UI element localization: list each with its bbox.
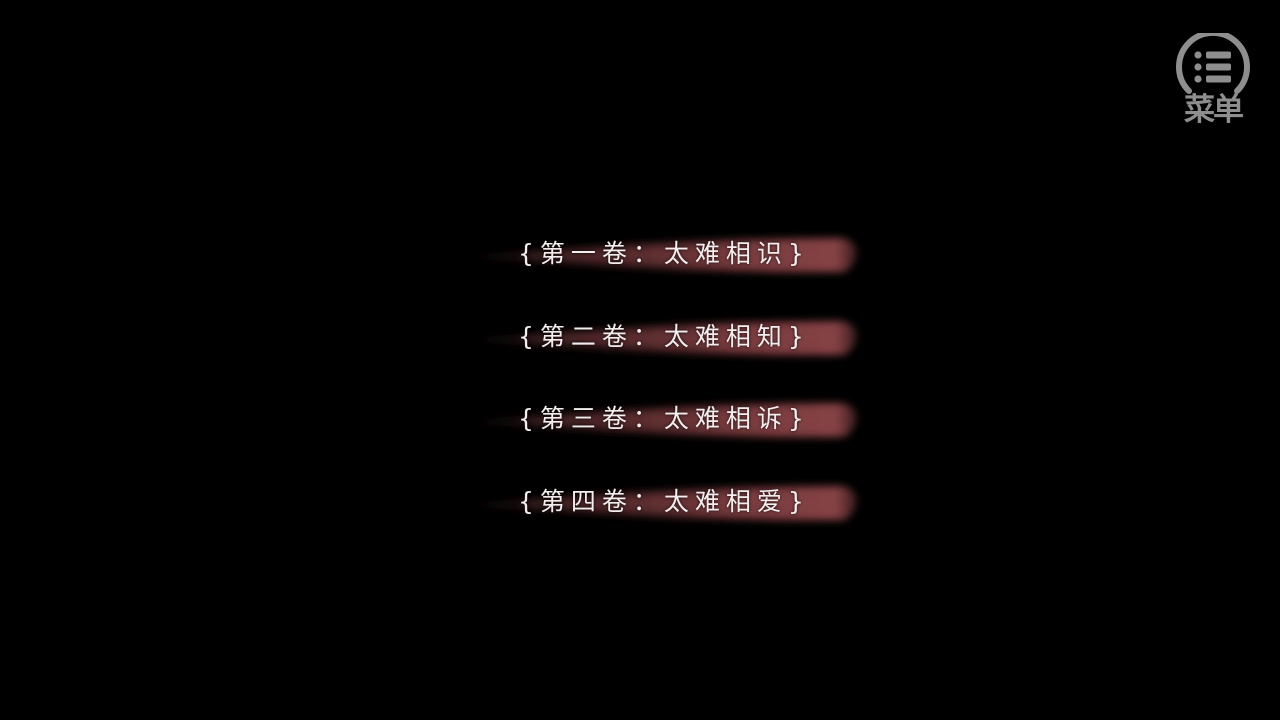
chapter-item-1[interactable]: {第一卷：太难相识} [440, 224, 870, 284]
menu-label: 菜单 [1184, 92, 1244, 128]
list-menu-icon [1176, 33, 1250, 94]
chapter-item-3[interactable]: {第三卷：太难相诉} [440, 389, 870, 449]
chapter-title: {第一卷：太难相识} [518, 239, 810, 268]
menu-button[interactable]: 菜单 [1172, 32, 1254, 132]
chapter-title: {第二卷：太难相知} [518, 322, 810, 351]
chapter-title: {第四卷：太难相爱} [518, 487, 810, 516]
chapter-item-4[interactable]: {第四卷：太难相爱} [440, 472, 870, 532]
chapter-title: {第三卷：太难相诉} [518, 404, 810, 433]
chapter-item-2[interactable]: {第二卷：太难相知} [440, 307, 870, 367]
chapter-select-screen: 菜单 {第一卷：太难相识} {第二卷：太难相知} {第三卷：太难相诉} {第四卷… [0, 0, 1280, 720]
